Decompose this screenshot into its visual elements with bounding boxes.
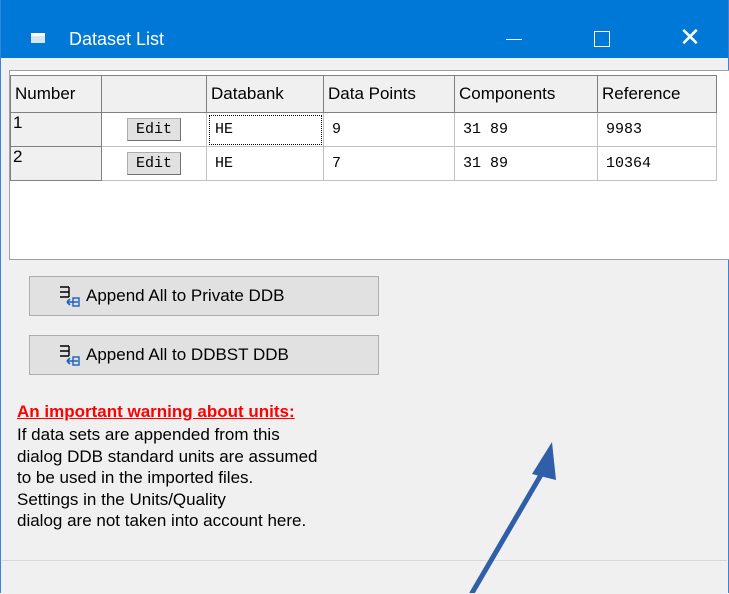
header-databank[interactable]: Databank (206, 75, 324, 113)
warning-text: If data sets are appended from this dial… (17, 424, 417, 532)
databank-cell[interactable]: HE (206, 112, 324, 147)
warning-line: If data sets are appended from this (17, 425, 280, 444)
warning-line: Settings in the Units/Quality (17, 489, 226, 509)
header-number[interactable]: Number (10, 75, 102, 113)
append-private-label: Append All to Private DDB (86, 286, 285, 305)
components-cell[interactable]: 31 89 (454, 112, 598, 147)
header-components[interactable]: Components (454, 75, 598, 113)
dataset-table: Number Databank Data Points Components R… (10, 75, 717, 181)
close-icon: ✕ (679, 23, 701, 53)
close-button[interactable]: ✕ (655, 0, 725, 58)
window-icon (31, 33, 45, 43)
warning-line: to be used in the imported files. (17, 468, 254, 487)
table-row[interactable]: 2 Edit HE 7 31 89 10364 (10, 146, 717, 181)
append-ddbst-label: Append All to DDBST DDB (86, 345, 289, 364)
data-points-cell[interactable]: 9 (323, 112, 455, 147)
components-cell[interactable]: 31 89 (454, 146, 598, 181)
edit-cell: Edit (101, 112, 207, 147)
header-reference[interactable]: Reference (597, 75, 717, 113)
header-data-points[interactable]: Data Points (323, 75, 455, 113)
dataset-list-window: Dataset List ✕ Number Databank Data Poin… (0, 0, 729, 594)
warning-line: dialog are not taken into account here. (17, 511, 307, 530)
maximize-button[interactable] (567, 0, 637, 58)
append-icon (58, 285, 80, 307)
append-all-private-button[interactable]: Append All to Private DDB (29, 276, 379, 316)
header-edit[interactable] (101, 75, 207, 113)
title-bar[interactable]: Dataset List ✕ (1, 0, 728, 58)
reference-cell[interactable]: 10364 (597, 146, 717, 181)
row-number: 1 (10, 112, 102, 147)
window-title: Dataset List (69, 29, 165, 49)
edit-button[interactable]: Edit (126, 118, 181, 141)
minimize-icon (506, 38, 522, 40)
append-all-ddbst-button[interactable]: Append All to DDBST DDB (29, 335, 379, 375)
table-row[interactable]: 1 Edit HE 9 31 89 9983 (10, 112, 717, 147)
dataset-grid[interactable]: Number Databank Data Points Components R… (9, 70, 729, 260)
edit-cell: Edit (101, 146, 207, 181)
minimize-button[interactable] (479, 0, 549, 58)
append-icon (58, 344, 80, 366)
status-bar (2, 560, 727, 594)
reference-cell[interactable]: 9983 (597, 112, 717, 147)
databank-cell[interactable]: HE (206, 146, 324, 181)
data-points-cell[interactable]: 7 (323, 146, 455, 181)
maximize-icon (594, 31, 610, 47)
edit-button[interactable]: Edit (126, 152, 181, 175)
grid-header-row: Number Databank Data Points Components R… (10, 75, 717, 113)
warning-line: dialog DDB standard units are assumed (17, 446, 318, 466)
row-number: 2 (10, 146, 102, 181)
warning-title: An important warning about units: (17, 402, 295, 421)
